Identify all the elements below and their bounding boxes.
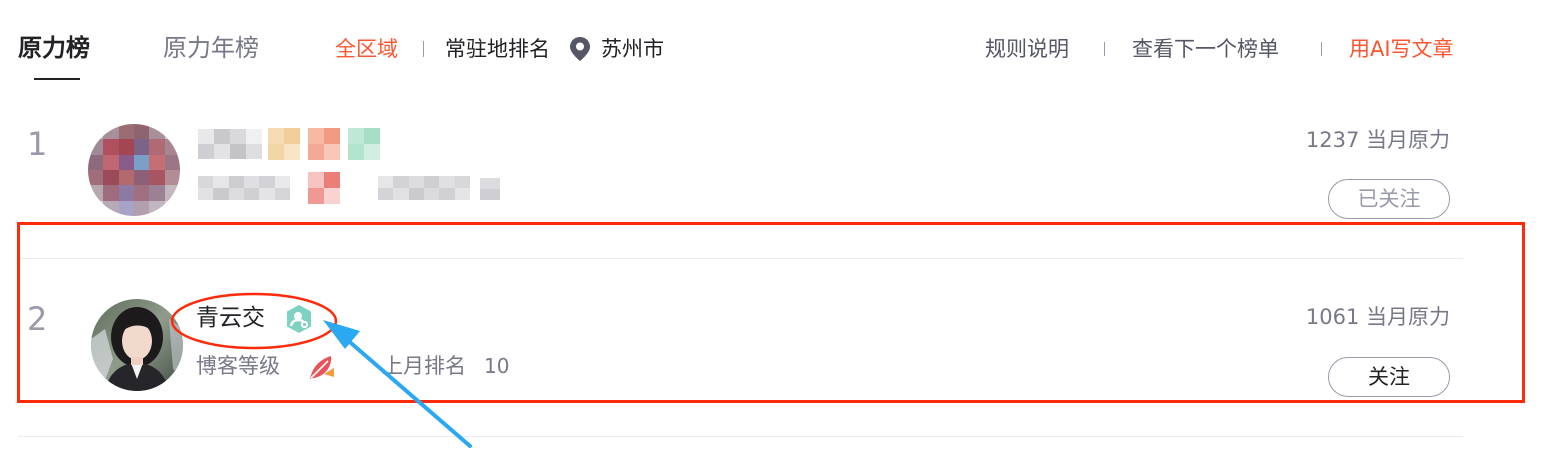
highlight-ellipse: [170, 292, 338, 350]
ranking-page: 原力榜 原力年榜 全区域 常驻地排名 苏州市 规则说明 查看下一个榜单 用AI写…: [0, 0, 1558, 472]
annotation-overlay: [170, 292, 472, 448]
annotation-arrow-shaft: [342, 335, 472, 448]
